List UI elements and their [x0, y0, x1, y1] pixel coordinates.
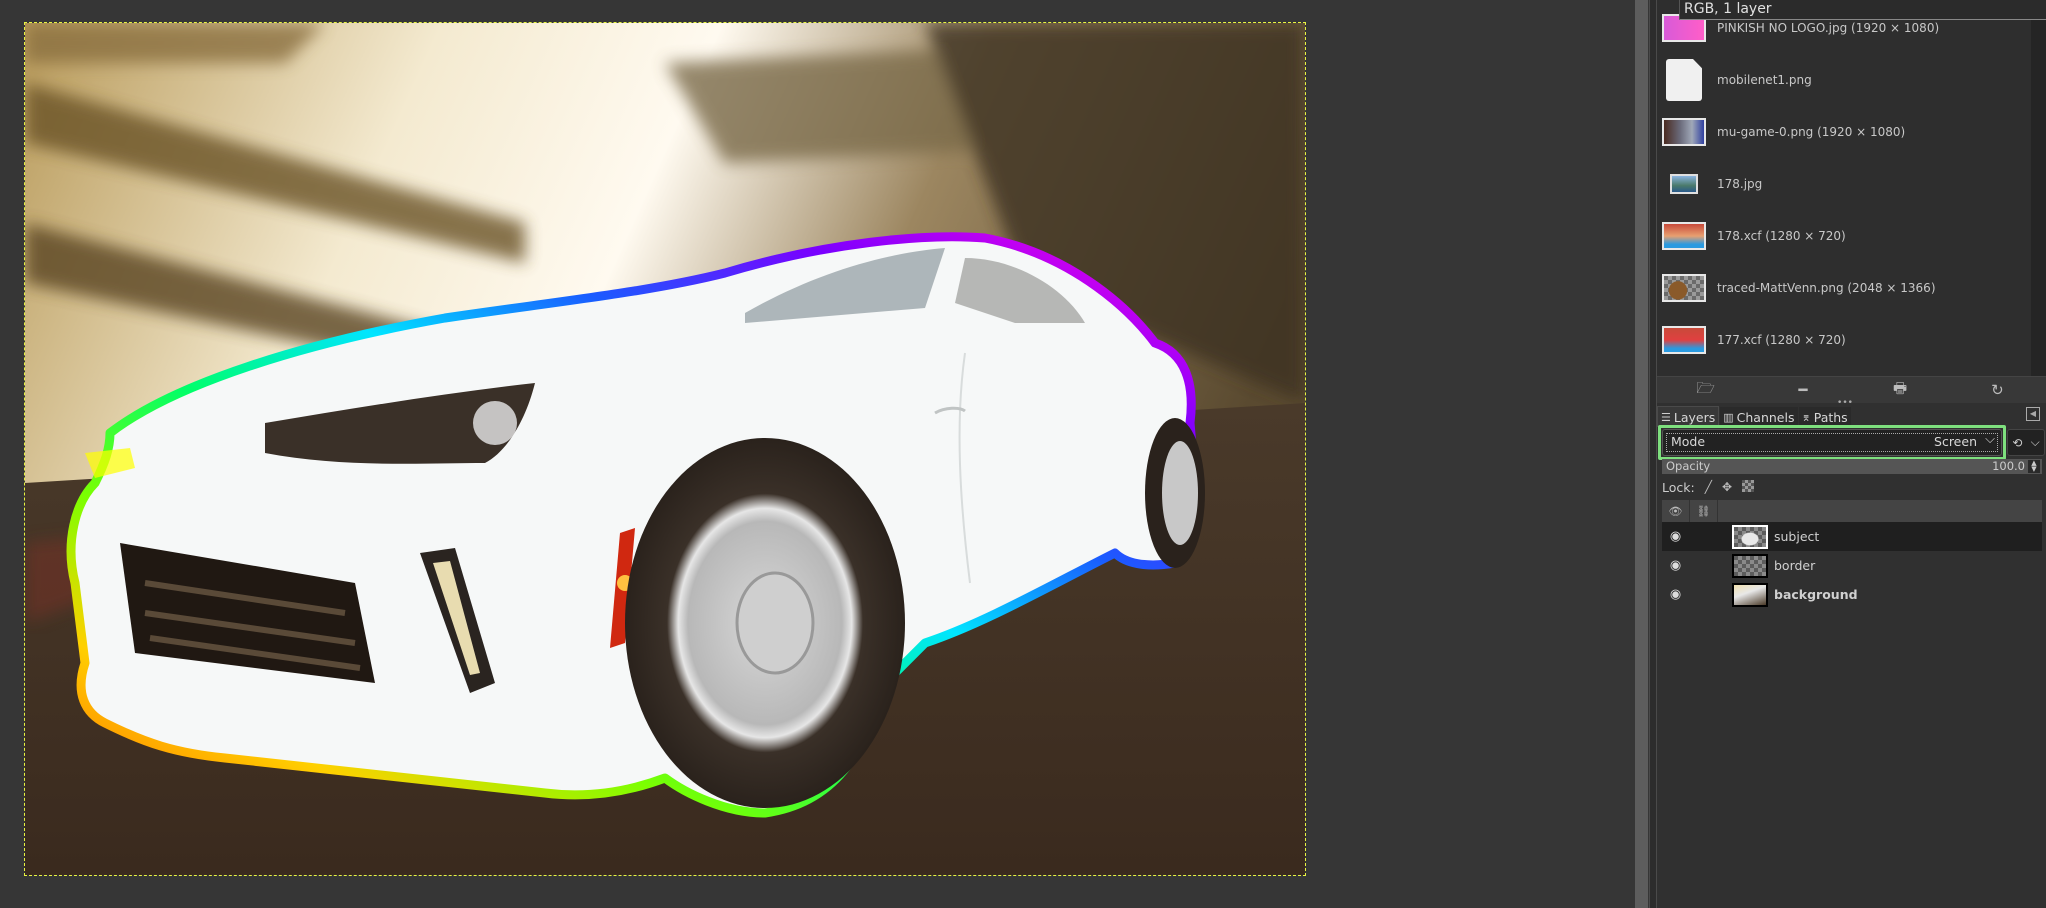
blank-document-icon	[1666, 59, 1702, 101]
eye-icon[interactable]: ◉	[1662, 587, 1689, 602]
composite-mode-button[interactable]: ⟲ ⌵	[2007, 429, 2045, 456]
dock-tabs: ☰ Layers ▥ Channels ⌆ Paths	[1657, 405, 2046, 427]
layer-row[interactable]: ◉ subject	[1662, 522, 2042, 551]
image-list-item-label: 178.xcf (1280 × 720)	[1717, 229, 1846, 243]
image-thumbnail	[1662, 326, 1706, 354]
image-list-item[interactable]: 178.jpg	[1657, 158, 2031, 210]
layer-name: subject	[1774, 529, 1820, 544]
image-list-item-label: 178.jpg	[1717, 177, 1763, 191]
chevron-down-icon: ⌵	[2030, 435, 2040, 449]
tab-label: Layers	[1673, 409, 1716, 425]
image-list-item-label: 177.xcf (1280 × 720)	[1717, 333, 1846, 347]
image-thumbnail	[1662, 118, 1706, 146]
image-list-item[interactable]: 178.xcf (1280 × 720)	[1657, 210, 2031, 262]
lock-position-icon[interactable]: ✥	[1722, 480, 1732, 494]
tab-layers[interactable]: ☰ Layers	[1657, 406, 1720, 427]
tab-channels[interactable]: ▥ Channels	[1720, 407, 1798, 427]
lock-alpha-icon[interactable]	[1742, 479, 1755, 495]
image-tooltip: RGB, 1 layer	[1679, 0, 2046, 20]
layers-header: 👁 ⛓	[1662, 500, 2042, 522]
chevron-down-icon: ⌵	[1985, 432, 1995, 447]
image-list-item[interactable]: traced-MattVenn.png (2048 × 1366)	[1657, 262, 2031, 314]
opacity-spinner[interactable]: ▲ ▼	[2028, 460, 2040, 473]
image-list-item-label: PINKISH NO LOGO.jpg (1920 × 1080)	[1717, 21, 1940, 35]
eye-icon[interactable]: ◉	[1662, 529, 1689, 544]
lock-label: Lock:	[1662, 479, 1695, 495]
lock-row: Lock: ╱ ✥	[1662, 478, 1755, 496]
layer-thumbnail	[1732, 525, 1768, 549]
channels-icon: ▥	[1723, 410, 1734, 424]
image-list-item[interactable]: mobilenet1.png	[1657, 54, 2031, 106]
layers-list: ◉ subject ◉ border ◉ background	[1662, 522, 2042, 908]
opacity-slider[interactable]: Opacity 100.0 ▲ ▼	[1662, 459, 2042, 474]
image-thumbnail	[1662, 222, 1706, 250]
opacity-label: Opacity	[1666, 459, 1711, 473]
lock-pixels-icon[interactable]: ╱	[1705, 480, 1712, 494]
image-list-item[interactable]: mu-game-0.png (1920 × 1080)	[1657, 106, 2031, 158]
delete-image-icon[interactable]: ━	[1783, 381, 1823, 399]
dock-menu-icon[interactable]: ◀	[2026, 407, 2040, 421]
paths-icon: ⌆	[1801, 410, 1811, 424]
image-list-item-label: mobilenet1.png	[1717, 73, 1812, 87]
tab-label: Channels	[1736, 409, 1795, 425]
canvas-area[interactable]	[0, 0, 1635, 908]
mode-label: Mode	[1671, 434, 1706, 449]
image-list-item-label: mu-game-0.png (1920 × 1080)	[1717, 125, 1906, 139]
layer-row[interactable]: ◉ background	[1662, 580, 2042, 609]
image-thumbnail	[1662, 274, 1706, 302]
opacity-value: 100.0	[1992, 459, 2025, 473]
tab-label: Paths	[1813, 409, 1848, 425]
visibility-column-icon: 👁	[1662, 500, 1690, 522]
pane-separator[interactable]	[1635, 0, 1649, 908]
right-dock: PINKISH NO LOGO.jpg (1920 × 1080) mobile…	[1657, 0, 2046, 908]
eye-icon[interactable]: ◉	[1662, 558, 1689, 573]
image-list-item-label: traced-MattVenn.png (2048 × 1366)	[1717, 281, 1936, 295]
reset-icon: ⟲	[2012, 435, 2023, 450]
layer-row[interactable]: ◉ border	[1662, 551, 2042, 580]
images-scrollbar[interactable]	[2031, 0, 2046, 376]
mode-value: Screen	[1934, 434, 1977, 449]
image-list-item[interactable]: 177.xcf (1280 × 720)	[1657, 314, 2031, 366]
layer-name: border	[1774, 558, 1816, 573]
refresh-icon[interactable]: ↻	[1977, 381, 2017, 399]
pane-separator-bar[interactable]	[1635, 0, 1648, 908]
new-display-icon[interactable]: 🖶	[1880, 378, 1920, 403]
images-list: PINKISH NO LOGO.jpg (1920 × 1080) mobile…	[1657, 0, 2031, 376]
mode-dropdown[interactable]: Mode Screen ⌵	[1662, 429, 2002, 456]
image-content	[25, 23, 1305, 875]
layer-thumbnail	[1732, 583, 1768, 607]
raise-view-icon[interactable]: 🗁	[1686, 378, 1726, 403]
image-canvas[interactable]	[24, 22, 1306, 876]
tab-paths[interactable]: ⌆ Paths	[1798, 407, 1851, 427]
layer-name: background	[1774, 587, 1858, 602]
image-thumbnail	[1670, 174, 1698, 194]
chain-column-icon: ⛓	[1690, 500, 1718, 522]
dock-separator[interactable]	[1649, 0, 1657, 908]
opacity-fill	[1663, 460, 2041, 473]
layers-icon: ☰	[1661, 410, 1671, 424]
layer-thumbnail	[1732, 554, 1768, 578]
